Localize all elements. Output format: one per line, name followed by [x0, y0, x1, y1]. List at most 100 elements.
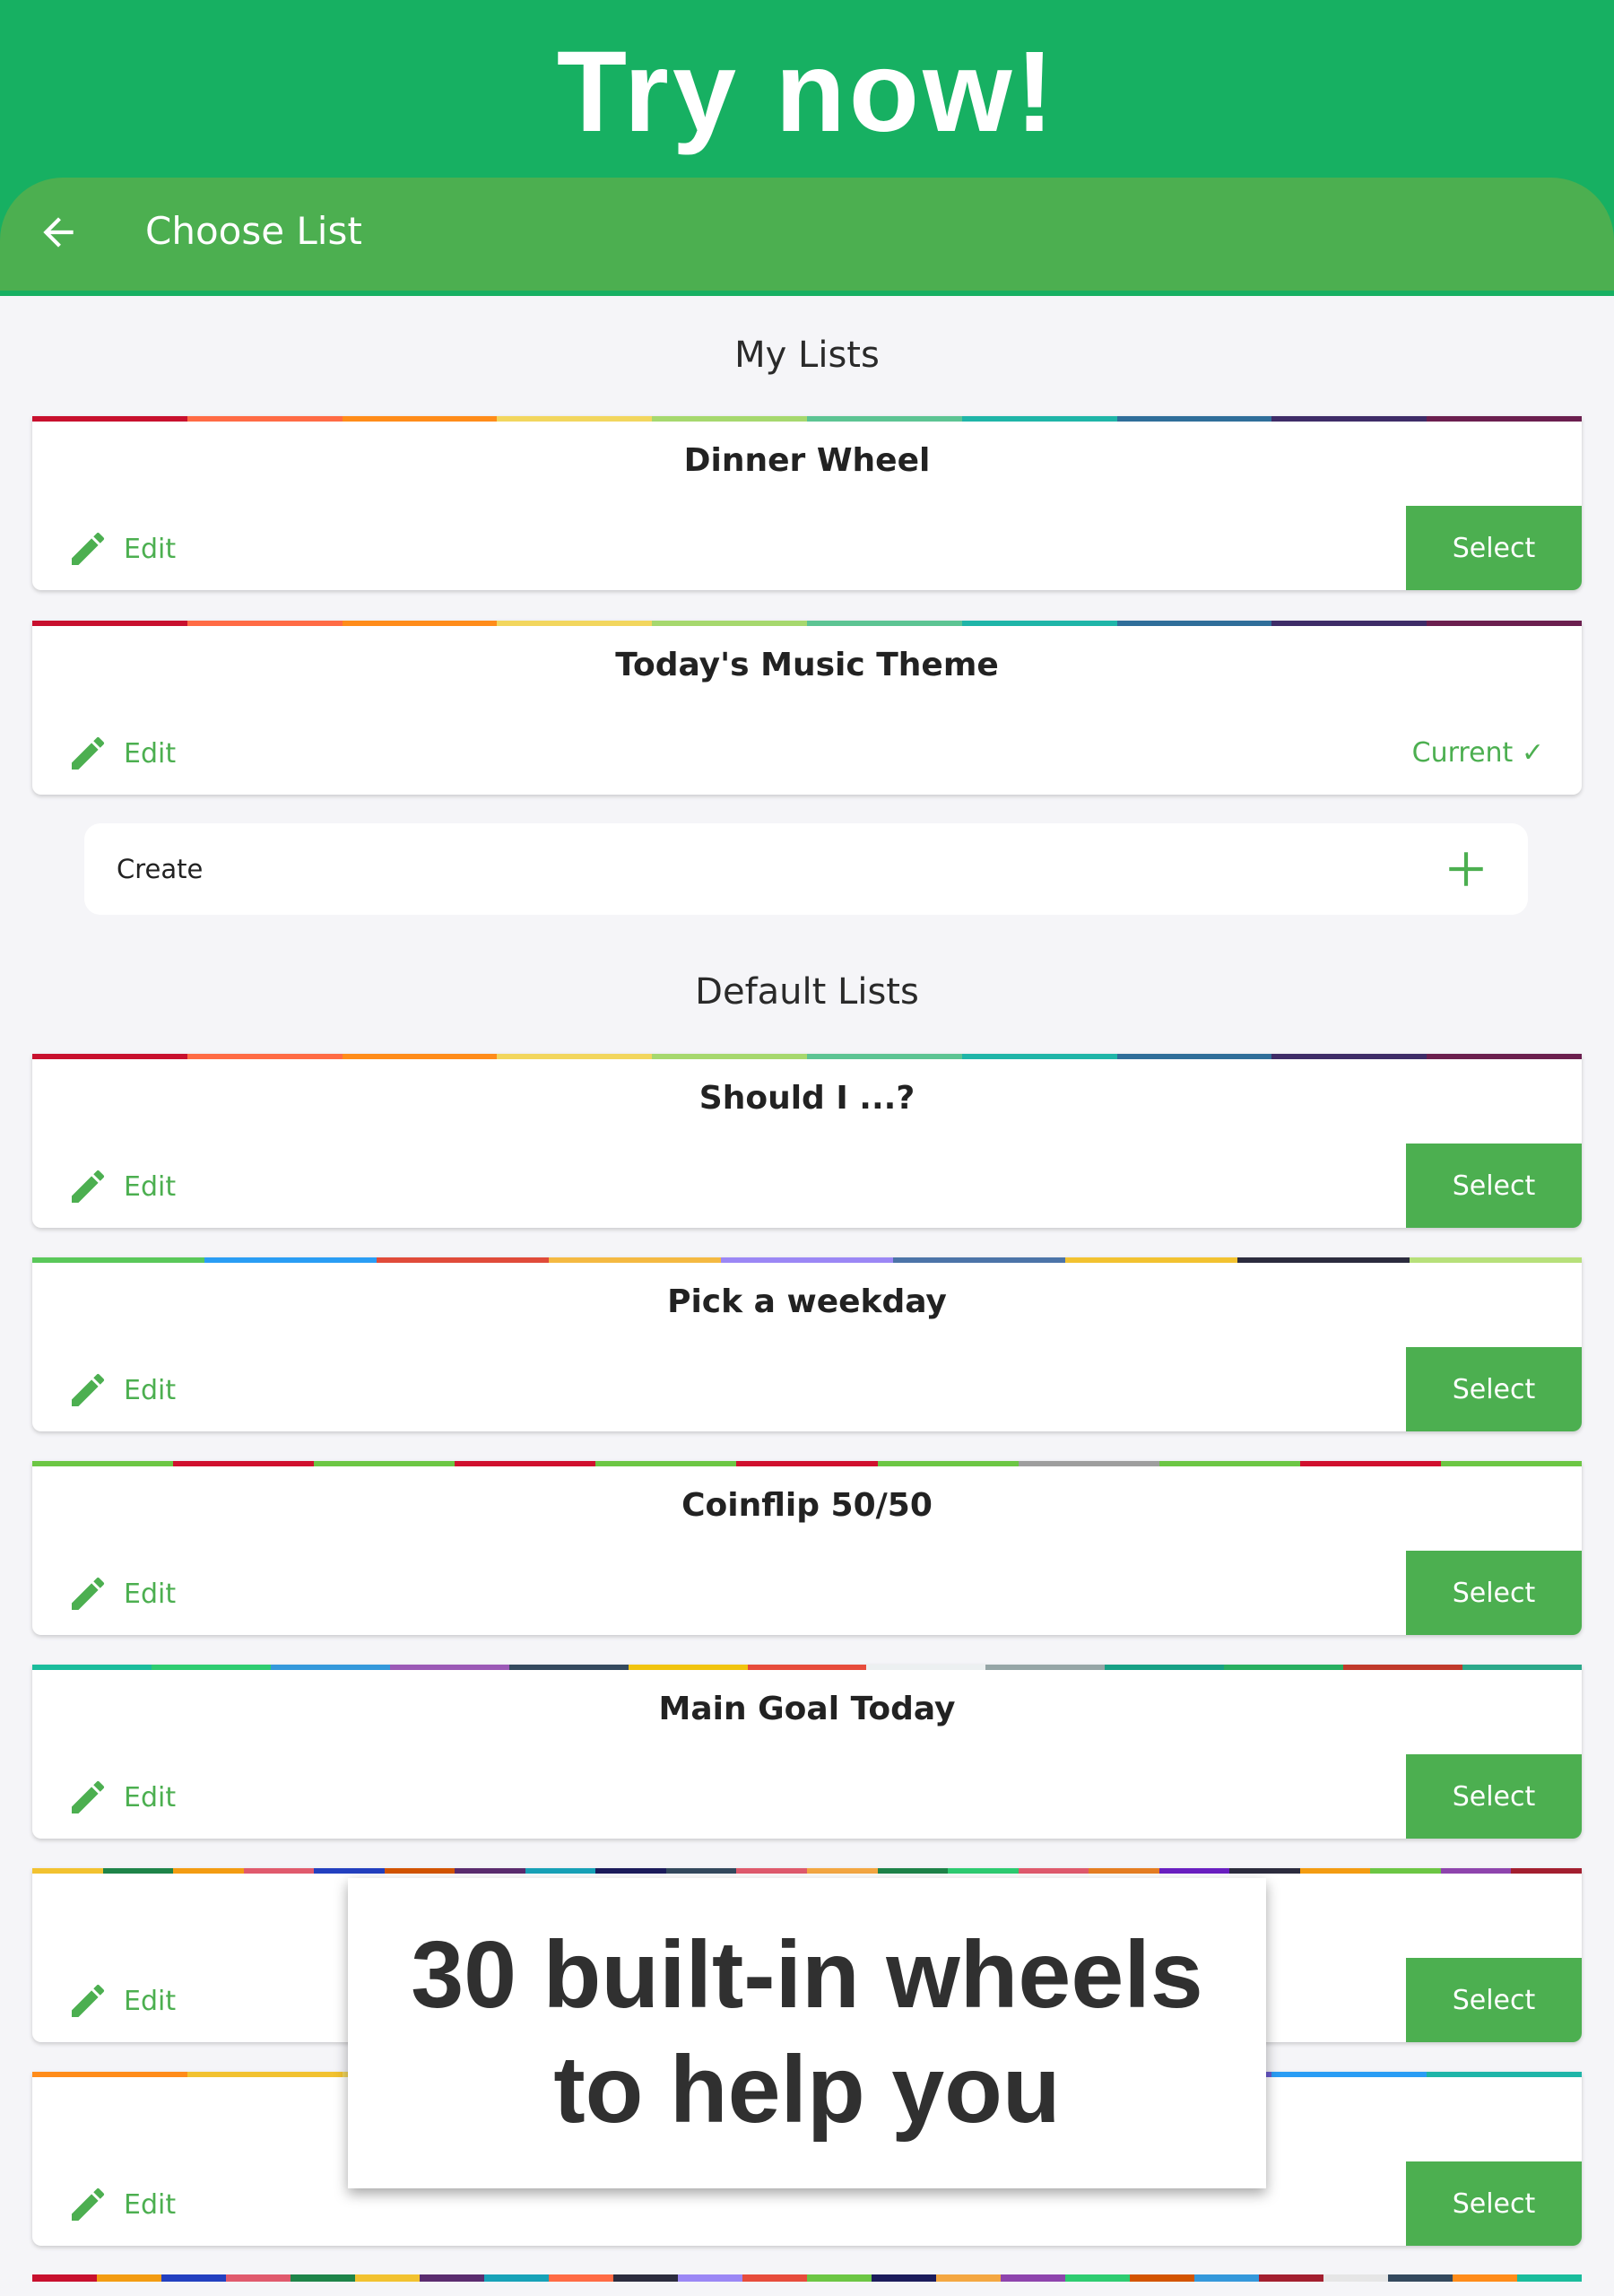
- pencil-icon: [72, 1984, 105, 2017]
- promo-caption-line-2: to help you: [553, 2037, 1061, 2143]
- stripe-segment: [1427, 2072, 1582, 2077]
- edit-button[interactable]: Edit: [66, 726, 176, 780]
- stripe-segment: [877, 1868, 949, 1874]
- stripe-segment: [1158, 1868, 1230, 1874]
- stripe-segment: [652, 1054, 807, 1059]
- card-color-stripe: [32, 1665, 1582, 1670]
- stripe-segment: [1224, 1665, 1344, 1670]
- create-list-button[interactable]: Create: [84, 823, 1528, 915]
- stripe-segment: [187, 2072, 343, 2077]
- stripe-segment: [1105, 1665, 1225, 1670]
- edit-button[interactable]: Edit: [66, 2178, 176, 2231]
- list-card-main-goal-today: Main Goal Today Edit Select: [32, 1665, 1582, 1839]
- list-card-pick-a-weekday: Pick a weekday Edit Select: [32, 1257, 1582, 1431]
- stripe-segment: [948, 1868, 1019, 1874]
- edit-button[interactable]: Edit: [66, 1974, 176, 2028]
- stripe-segment: [497, 1054, 653, 1059]
- stripe-segment: [1116, 1054, 1272, 1059]
- back-arrow-icon[interactable]: [36, 210, 81, 255]
- card-title: Coinflip 50/50: [681, 1487, 933, 1524]
- stripe-segment: [806, 416, 962, 422]
- select-button[interactable]: Select: [1406, 1551, 1582, 1635]
- stripe-segment: [1001, 2274, 1065, 2282]
- stripe-segment: [877, 1461, 1019, 1466]
- card-title: Pick a weekday: [667, 1283, 947, 1320]
- stripe-segment: [595, 1868, 666, 1874]
- edit-button[interactable]: Edit: [66, 1770, 176, 1824]
- stripe-segment: [1018, 1868, 1089, 1874]
- stripe-segment: [1237, 1257, 1410, 1263]
- stripe-segment: [32, 2274, 97, 2282]
- stripe-segment: [665, 1868, 737, 1874]
- stripe-segment: [1018, 1461, 1159, 1466]
- stripe-segment: [1130, 2274, 1194, 2282]
- stripe-segment: [747, 1665, 867, 1670]
- stripe-segment: [1427, 416, 1582, 422]
- stripe-segment: [32, 416, 187, 422]
- stripe-segment: [1065, 2274, 1130, 2282]
- select-button[interactable]: Select: [1406, 1347, 1582, 1431]
- list-card-dinner-wheel: Dinner Wheel Edit Select: [32, 416, 1582, 590]
- stripe-segment: [872, 2274, 936, 2282]
- stripe-segment: [497, 416, 653, 422]
- stripe-segment: [1299, 1868, 1371, 1874]
- select-button[interactable]: Select: [1406, 1144, 1582, 1228]
- stripe-segment: [806, 621, 962, 626]
- edit-button[interactable]: Edit: [66, 1363, 176, 1417]
- stripe-segment: [1299, 1461, 1441, 1466]
- stripe-segment: [1194, 2274, 1259, 2282]
- edit-label: Edit: [124, 1170, 177, 1203]
- app-bar: Choose List: [0, 178, 1614, 291]
- select-button[interactable]: Select: [1406, 1958, 1582, 2042]
- pencil-icon: [72, 2187, 105, 2221]
- edit-button[interactable]: Edit: [66, 1567, 176, 1621]
- card-color-stripe: [32, 1257, 1582, 1263]
- stripe-segment: [961, 416, 1117, 422]
- edit-button[interactable]: Edit: [66, 1160, 176, 1213]
- stripe-segment: [420, 2274, 484, 2282]
- stripe-segment: [1158, 1461, 1300, 1466]
- stripe-segment: [807, 2274, 872, 2282]
- card-color-stripe: [32, 1868, 1583, 1874]
- stripe-segment: [1517, 2274, 1582, 2282]
- select-button[interactable]: Select: [1406, 1754, 1582, 1839]
- stripe-segment: [497, 621, 653, 626]
- list-card-should-i: Should I ...? Edit Select: [32, 1054, 1582, 1228]
- page-title: Choose List: [145, 209, 362, 253]
- stripe-segment: [455, 1461, 596, 1466]
- stripe-segment: [314, 1868, 385, 1874]
- edit-button[interactable]: Edit: [66, 522, 176, 576]
- stripe-segment: [32, 1868, 103, 1874]
- stripe-segment: [342, 621, 498, 626]
- stripe-segment: [866, 1665, 986, 1670]
- next-card-color-stripe: [32, 2274, 1582, 2282]
- stripe-segment: [1410, 1257, 1582, 1263]
- stripe-segment: [1089, 1868, 1159, 1874]
- stripe-segment: [1453, 2274, 1517, 2282]
- stripe-segment: [187, 416, 343, 422]
- select-button[interactable]: Select: [1406, 2161, 1582, 2246]
- default-lists-heading: Default Lists: [695, 971, 919, 1013]
- stripe-segment: [961, 621, 1117, 626]
- stripe-segment: [678, 2274, 742, 2282]
- stripe-segment: [1370, 1868, 1441, 1874]
- stripe-segment: [961, 1054, 1117, 1059]
- stripe-segment: [985, 1665, 1106, 1670]
- stripe-segment: [893, 1257, 1065, 1263]
- stripe-segment: [508, 1665, 629, 1670]
- edit-label: Edit: [124, 533, 177, 565]
- select-button[interactable]: Select: [1406, 506, 1582, 590]
- pencil-icon: [72, 1373, 105, 1406]
- pencil-icon: [72, 736, 105, 770]
- edit-label: Edit: [124, 1374, 177, 1406]
- stripe-segment: [484, 2274, 549, 2282]
- stripe-segment: [187, 621, 343, 626]
- card-color-stripe: [32, 416, 1582, 422]
- stripe-segment: [1323, 2274, 1388, 2282]
- stripe-segment: [314, 1461, 456, 1466]
- card-title: Should I ...?: [699, 1080, 915, 1117]
- stripe-segment: [291, 2274, 355, 2282]
- edit-label: Edit: [124, 737, 177, 770]
- promo-caption: 30 built-in wheels to help you: [348, 1878, 1266, 2188]
- stripe-segment: [652, 416, 807, 422]
